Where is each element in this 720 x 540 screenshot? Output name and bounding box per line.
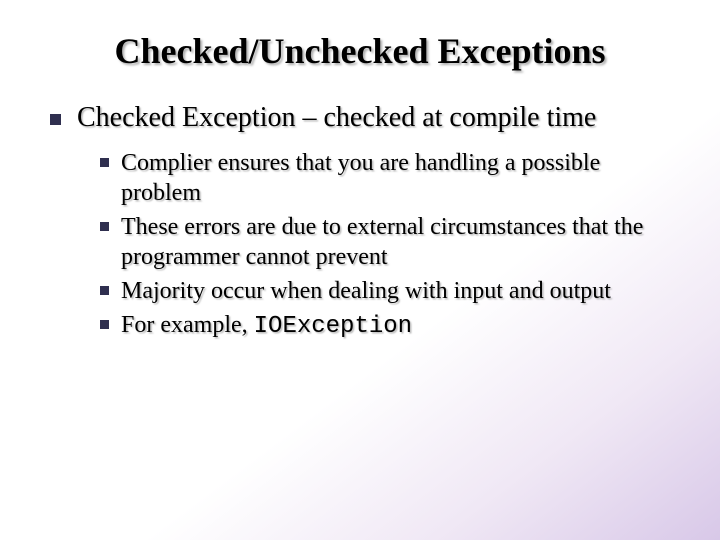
- square-bullet-icon: [100, 158, 109, 167]
- list-item: These errors are due to external circums…: [100, 212, 680, 272]
- list-item: Complier ensures that you are handling a…: [100, 148, 680, 208]
- level2-text-prefix: For example,: [121, 312, 254, 338]
- square-bullet-icon: [100, 286, 109, 295]
- square-bullet-icon: [100, 320, 109, 329]
- slide: Checked/Unchecked Exceptions Checked Exc…: [0, 0, 720, 540]
- level2-list: Complier ensures that you are handling a…: [100, 148, 680, 342]
- square-bullet-icon: [50, 114, 61, 125]
- level2-text: These errors are due to external circums…: [121, 212, 680, 272]
- list-item: Majority occur when dealing with input a…: [100, 276, 680, 306]
- square-bullet-icon: [100, 222, 109, 231]
- level2-text: For example, IOException: [121, 310, 412, 342]
- level2-text: Majority occur when dealing with input a…: [121, 276, 611, 306]
- level2-text: Complier ensures that you are handling a…: [121, 148, 680, 208]
- code-text: IOException: [254, 313, 412, 340]
- level1-text: Checked Exception – checked at compile t…: [77, 102, 596, 134]
- slide-title: Checked/Unchecked Exceptions: [40, 30, 680, 72]
- list-item: For example, IOException: [100, 310, 680, 342]
- level1-list: Checked Exception – checked at compile t…: [50, 102, 680, 134]
- list-item: Checked Exception – checked at compile t…: [50, 102, 680, 134]
